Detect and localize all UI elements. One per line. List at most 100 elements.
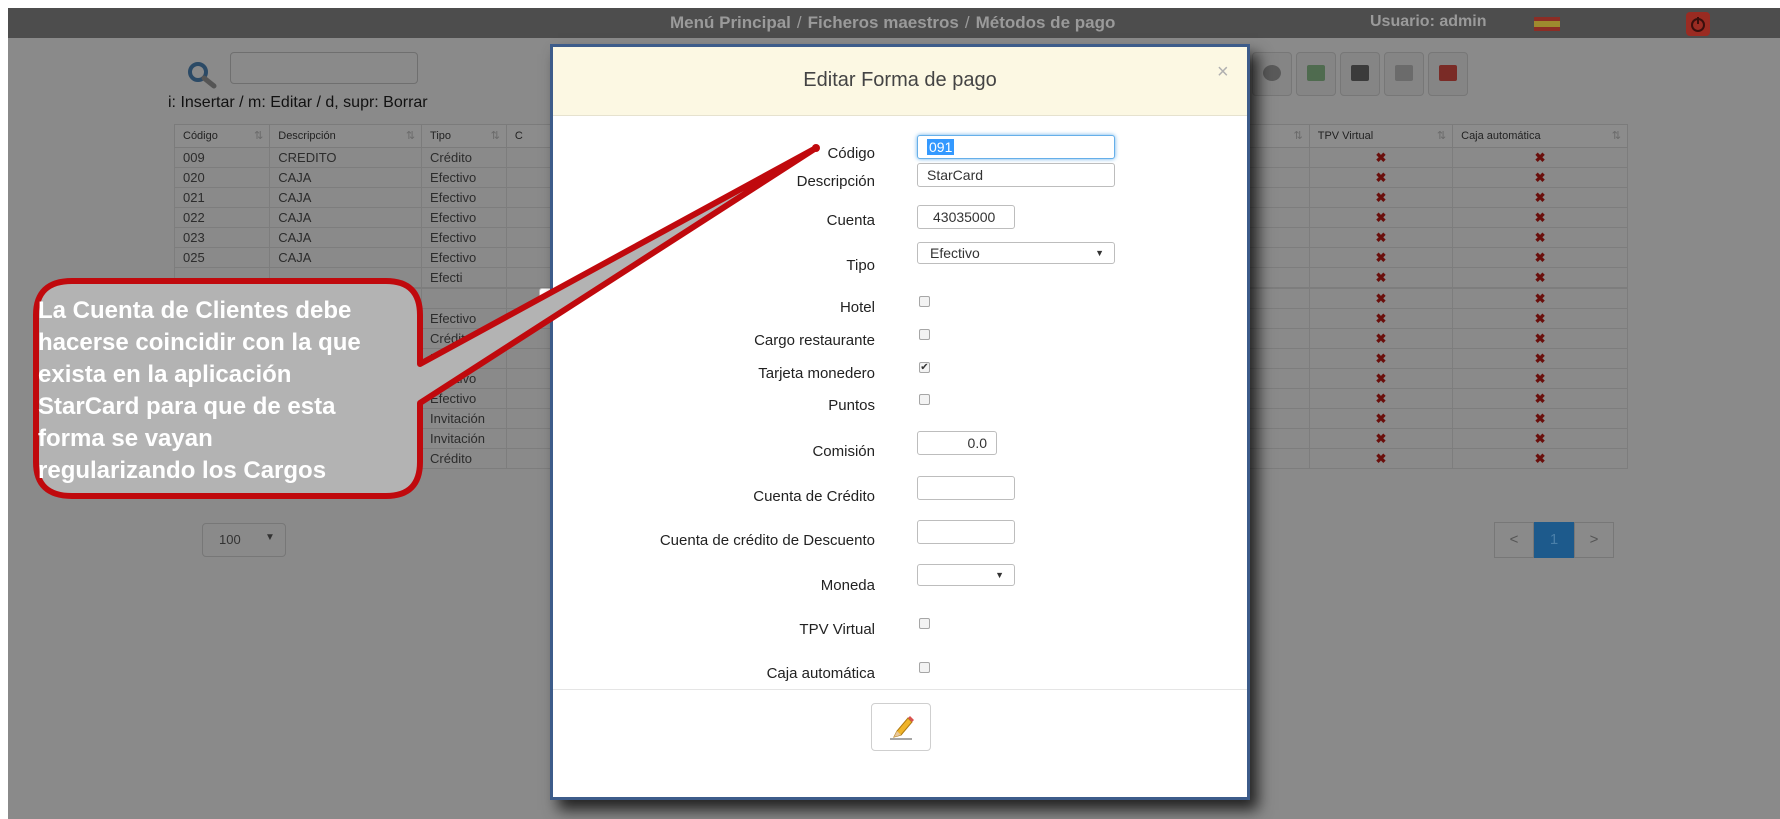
cell-tipo: Invitación xyxy=(421,428,507,449)
moneda-select[interactable]: ▼ xyxy=(917,564,1015,586)
cell-tpv-virtual: ✖ xyxy=(1308,388,1454,409)
cell-tpv-virtual: ✖ xyxy=(1308,448,1454,469)
pdf-button[interactable] xyxy=(1428,52,1468,96)
cell-tpv-virtual: ✖ xyxy=(1308,167,1454,188)
cuenta-input[interactable]: 43035000 xyxy=(917,205,1015,229)
callout-line: hacerse coincidir con la que xyxy=(38,329,361,356)
label-codigo: Código xyxy=(827,145,875,162)
cell-tpv-virtual: ✖ xyxy=(1308,308,1454,329)
power-icon[interactable] xyxy=(1686,12,1710,36)
cell-tipo: Efectivo xyxy=(421,348,507,369)
modal-title: Editar Forma de pago xyxy=(803,69,997,91)
pencil-icon xyxy=(890,716,914,740)
cell-caja-automatica: ✖ xyxy=(1452,388,1628,409)
page-size-select[interactable]: 100 ▼ xyxy=(202,523,286,557)
comision-input[interactable]: 0.0 xyxy=(917,431,997,455)
cell-tpv-virtual: ✖ xyxy=(1308,348,1454,369)
cell-tpv-virtual: ✖ xyxy=(1308,267,1454,288)
label-descripcion: Descripción xyxy=(796,173,875,190)
cell-tpv-virtual: ✖ xyxy=(1308,227,1454,248)
cell-tipo: Efectivo xyxy=(421,207,507,228)
cell-codigo: 021 xyxy=(173,187,271,208)
label-cargo-restaurante: Cargo restaurante xyxy=(754,332,875,349)
cell-caja-automatica: ✖ xyxy=(1452,408,1628,429)
col-tpv-virtual[interactable]: TPV Virtual ⇅ xyxy=(1308,124,1454,148)
tipo-select[interactable]: Efectivo ▼ xyxy=(917,242,1115,264)
breadcrumb-ficheros-maestros[interactable]: Ficheros maestros xyxy=(808,13,959,32)
cell-codigo: 023 xyxy=(173,227,271,248)
label-puntos: Puntos xyxy=(828,397,875,414)
cell-descripcion: CAJA xyxy=(269,227,423,248)
descripcion-input[interactable]: StarCard xyxy=(917,163,1115,187)
pagination-prev[interactable]: < xyxy=(1494,522,1534,558)
cell-caja-automatica: ✖ xyxy=(1452,428,1628,449)
cell-codigo: 020 xyxy=(173,167,271,188)
print-button[interactable] xyxy=(1340,52,1380,96)
cell-tipo: Efectivo xyxy=(421,308,507,329)
cell-tpv-virtual: ✖ xyxy=(1308,247,1454,268)
label-caja-automatica: Caja automática xyxy=(766,665,875,682)
cell-caja-automatica: ✖ xyxy=(1452,308,1628,329)
edit-file-icon xyxy=(1307,65,1325,81)
print-icon xyxy=(1351,65,1369,81)
label-moneda: Moneda xyxy=(820,577,875,594)
cell-caja-automatica: ✖ xyxy=(1452,448,1628,469)
pagination-next[interactable]: > xyxy=(1574,522,1614,558)
callout-line: regularizando los Cargos xyxy=(38,457,327,484)
save-edit-button[interactable] xyxy=(871,703,931,751)
cell-caja-automatica: ✖ xyxy=(1452,368,1628,389)
cell-tipo: Efecti xyxy=(421,267,507,288)
label-hotel: Hotel xyxy=(839,299,875,316)
search-icon[interactable] xyxy=(186,60,218,92)
col-caja-automatica[interactable]: Caja automática ⇅ xyxy=(1452,124,1628,148)
hotel-checkbox[interactable] xyxy=(919,296,930,307)
caja-automatica-checkbox[interactable] xyxy=(919,662,930,673)
cell-codigo xyxy=(173,267,271,288)
breadcrumb-menu-principal[interactable]: Menú Principal xyxy=(670,13,791,32)
cell-caja-automatica: ✖ xyxy=(1452,348,1628,369)
pagination-page-1[interactable]: 1 xyxy=(1534,522,1574,558)
cell-codigo: 022 xyxy=(173,207,271,228)
callout-line: exista en la aplicación xyxy=(38,361,292,388)
label-tipo: Tipo xyxy=(846,257,875,274)
close-icon[interactable]: × xyxy=(1217,61,1229,84)
cell-caja-automatica: ✖ xyxy=(1452,288,1628,309)
callout-line: StarCard para que de esta xyxy=(38,393,336,420)
cell-tipo: Efectivo xyxy=(421,187,507,208)
label-tpv-virtual: TPV Virtual xyxy=(799,621,875,638)
cuenta-credito-input[interactable] xyxy=(917,476,1015,500)
cell-caja-automatica: ✖ xyxy=(1452,167,1628,188)
breadcrumb-metodos-de-pago: Métodos de pago xyxy=(975,13,1116,32)
callout-line: forma se vayan xyxy=(38,425,213,452)
label-cuenta-credito: Cuenta de Crédito xyxy=(753,488,875,505)
cell-codigo: 009 xyxy=(173,147,271,168)
tarjeta-monedero-checkbox[interactable]: ✔ xyxy=(919,362,930,373)
cell-descripcion: CAJA xyxy=(269,247,423,268)
cell-caja-automatica: ✖ xyxy=(1452,207,1628,228)
cell-descripcion: CAJA xyxy=(269,207,423,228)
label-cuenta: Cuenta xyxy=(826,212,875,229)
view-button[interactable] xyxy=(1252,52,1292,96)
col-descripcion[interactable]: Descripción ⇅ xyxy=(269,124,423,148)
cell-caja-automatica: ✖ xyxy=(1452,247,1628,268)
spain-flag-icon[interactable] xyxy=(1534,17,1560,31)
tpv-virtual-checkbox[interactable] xyxy=(919,618,930,629)
export-icon xyxy=(1395,65,1413,81)
label-cuenta-credito-descuento: Cuenta de crédito de Descuento xyxy=(659,532,875,549)
search-input[interactable] xyxy=(230,52,418,84)
cell-tipo: Efectivo xyxy=(421,227,507,248)
cuenta-credito-descuento-input[interactable] xyxy=(917,520,1015,544)
cargo-restaurante-checkbox[interactable] xyxy=(919,329,930,340)
breadcrumb-separator: / xyxy=(964,13,970,32)
codigo-input[interactable]: 091 xyxy=(917,135,1115,159)
cell-tpv-virtual: ✖ xyxy=(1308,368,1454,389)
edit-file-button[interactable] xyxy=(1296,52,1336,96)
puntos-checkbox[interactable] xyxy=(919,394,930,405)
pagination: < 1 > xyxy=(1494,522,1614,558)
cell-tpv-virtual: ✖ xyxy=(1308,147,1454,168)
export-button[interactable] xyxy=(1384,52,1424,96)
modal-footer-divider xyxy=(553,689,1247,690)
col-codigo[interactable]: Código ⇅ xyxy=(173,124,271,148)
col-tipo[interactable]: Tipo ⇅ xyxy=(421,124,507,148)
cell-tipo: Invitación xyxy=(421,408,507,429)
